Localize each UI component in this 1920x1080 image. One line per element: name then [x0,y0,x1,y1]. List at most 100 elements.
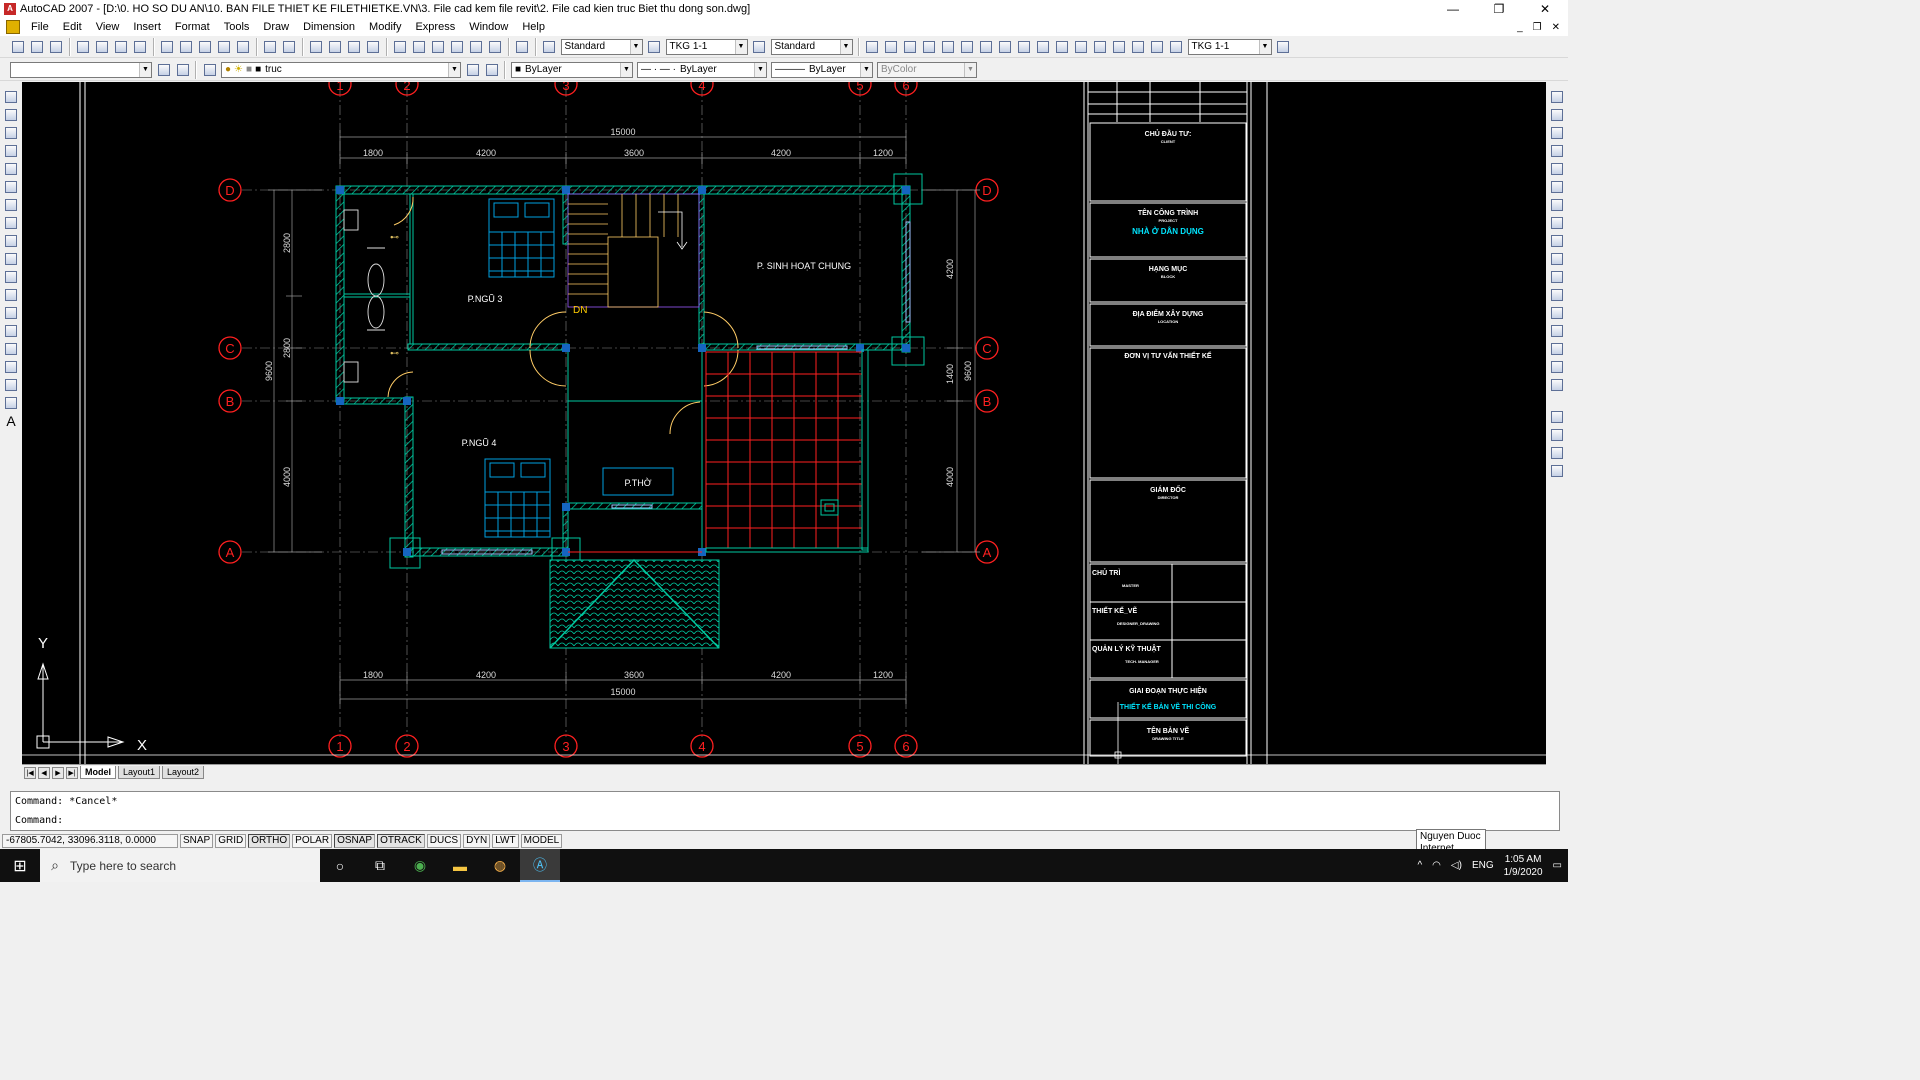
make-current-layer-icon[interactable] [465,62,481,78]
zoom-window-icon[interactable] [346,39,362,55]
grid-toggle[interactable]: GRID [215,834,247,848]
menu-modify[interactable]: Modify [362,18,408,36]
point-icon[interactable] [3,323,19,339]
spline-icon[interactable] [3,233,19,249]
rotate-icon[interactable] [1549,197,1565,213]
zoom-previous-icon[interactable] [365,39,381,55]
ordinate-icon[interactable] [921,39,937,55]
circle-icon[interactable] [3,197,19,213]
menu-insert[interactable]: Insert [126,18,168,36]
autocad-app-icon[interactable]: A [4,3,16,15]
move-icon[interactable] [1549,179,1565,195]
command-window[interactable]: Command: *Cancel* Command: [10,791,1560,831]
linear-dim-icon[interactable] [864,39,880,55]
multiline-text-icon[interactable]: A [3,413,19,429]
menu-format[interactable]: Format [168,18,217,36]
extend-icon[interactable] [1549,269,1565,285]
arc-icon[interactable] [3,179,19,195]
fillet-icon[interactable] [1549,359,1565,375]
tab-layout2[interactable]: Layout2 [162,766,205,779]
color-combo[interactable]: ■ ByLayer ▼ [511,61,633,78]
join-icon[interactable] [1549,323,1565,339]
plot-icon[interactable] [75,39,91,55]
text-front-icon[interactable] [1549,463,1565,479]
ellipse-icon[interactable] [3,251,19,267]
menu-help[interactable]: Help [515,18,552,36]
rectangle-icon[interactable] [3,161,19,177]
wifi-icon[interactable]: ◠ [1432,860,1441,871]
stretch-icon[interactable] [1549,233,1565,249]
windows-start-icon[interactable]: ⊞ [0,849,40,882]
markup-icon[interactable] [468,39,484,55]
zoom-realtime-icon[interactable] [327,39,343,55]
ortho-toggle[interactable]: ORTHO [248,834,291,848]
gradient-icon[interactable] [3,359,19,375]
menu-edit[interactable]: Edit [56,18,89,36]
cut-icon[interactable] [159,39,175,55]
dim-style-manager-icon[interactable] [1275,39,1291,55]
center-mark-icon[interactable] [1111,39,1127,55]
notification-icon[interactable]: ▭ [1553,860,1562,871]
ellipse-arc-icon[interactable] [3,269,19,285]
dim-update-icon[interactable] [1168,39,1184,55]
layer-previous-icon[interactable] [484,62,500,78]
plot-preview-icon[interactable] [94,39,110,55]
region-icon[interactable] [3,377,19,393]
chamfer-icon[interactable] [1549,341,1565,357]
break-at-point-icon[interactable] [1549,287,1565,303]
text-style-combo[interactable]: Standard ▼ [560,38,643,55]
chrome-icon[interactable]: ◉ [400,849,440,882]
paint-icon[interactable]: ◍ [480,849,520,882]
osnap-toggle[interactable]: OSNAP [334,834,376,848]
close-button[interactable]: ✕ [1522,0,1568,18]
drawing-canvas[interactable]: 1 2 3 4 5 6 1 2 3 4 5 6 D C B A D C B A [22,82,1546,764]
explode-icon[interactable] [1549,377,1565,393]
make-block-icon[interactable] [3,305,19,321]
autocad-taskbar-icon[interactable]: Ⓐ [520,849,560,882]
pan-icon[interactable] [308,39,324,55]
taskbar-clock[interactable]: 1:05 AM 1/9/2020 [1504,853,1543,879]
layer-manager-icon[interactable] [202,62,218,78]
new-icon[interactable] [10,39,26,55]
plotstyle-combo[interactable]: ByColor ▼ [877,61,977,78]
first-tab-button[interactable]: |◀ [24,766,36,779]
polar-toggle[interactable]: POLAR [292,834,333,848]
jogged-icon[interactable] [959,39,975,55]
model-toggle[interactable]: MODEL [520,834,563,848]
menu-dimension[interactable]: Dimension [296,18,362,36]
doc-close-button[interactable]: ✕ [1552,22,1560,33]
block-editor-icon[interactable] [235,39,251,55]
arc-length-icon[interactable] [902,39,918,55]
command-prompt[interactable]: Command: [11,811,1559,830]
dim-text-edit-icon[interactable] [1149,39,1165,55]
quick-dim-icon[interactable] [1016,39,1032,55]
continue-icon[interactable] [1054,39,1070,55]
tab-model[interactable]: Model [80,766,116,779]
menu-draw[interactable]: Draw [256,18,296,36]
menu-file[interactable]: File [24,18,56,36]
restore-button[interactable]: ❐ [1476,0,1522,18]
volume-icon[interactable]: ◁) [1451,860,1462,871]
polyline-icon[interactable] [3,125,19,141]
dyn-toggle[interactable]: DYN [463,834,491,848]
line-icon[interactable] [3,89,19,105]
open-icon[interactable] [29,39,45,55]
layer-combo[interactable]: ● ☀ ■ ■ truc ▼ [221,61,461,78]
menu-express[interactable]: Express [408,18,462,36]
menu-tools[interactable]: Tools [217,18,257,36]
dim-style-combo[interactable]: TKG 1-1 ▼ [665,38,748,55]
file-explorer-icon[interactable]: ▬ [440,849,480,882]
dim-style-combo-2[interactable]: TKG 1-1 ▼ [1187,38,1272,55]
snap-toggle[interactable]: SNAP [180,834,214,848]
send-back-icon[interactable] [1549,445,1565,461]
next-tab-button[interactable]: ▶ [52,766,64,779]
text-style-icon[interactable] [541,39,557,55]
save-icon[interactable] [48,39,64,55]
doc-restore-button[interactable]: ❐ [1533,22,1542,33]
redo-icon[interactable] [281,39,297,55]
trim-icon[interactable] [1549,251,1565,267]
cortana-icon[interactable]: ○ [320,849,360,882]
calculator-icon[interactable] [487,39,503,55]
revision-cloud-icon[interactable] [3,215,19,231]
otrack-toggle[interactable]: OTRACK [377,834,425,848]
